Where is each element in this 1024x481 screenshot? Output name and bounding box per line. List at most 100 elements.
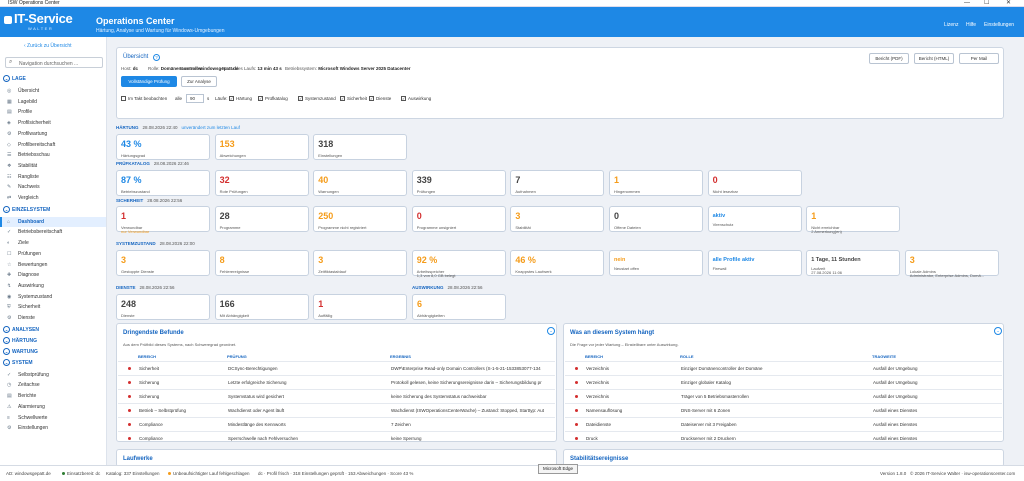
stat-tile[interactable]: 0 Programme unsigniert xyxy=(411,206,506,232)
chevron-down-icon[interactable]: ⌄ xyxy=(3,336,10,344)
sidebar-item-zeitachse[interactable]: ◷ Zeitachse xyxy=(0,380,106,390)
sidebar-item-stabilitat[interactable]: ❖ Stabilität xyxy=(0,161,106,171)
nav-license[interactable]: Lizenz xyxy=(944,22,958,28)
table-row[interactable]: Verzeichnis Einziger globaler Katalog Ausf… xyxy=(565,375,1002,388)
stat-tile[interactable]: 28 Programme xyxy=(214,206,309,232)
stat-tile[interactable]: 0 Offene Dateien xyxy=(609,206,703,232)
sidebar-item-bewertungen[interactable]: ☆ Bewertungen xyxy=(0,260,106,270)
minimize-button[interactable]: — xyxy=(964,0,970,7)
stat-tile[interactable]: 318 Einstellungen xyxy=(313,134,408,160)
stat-tile[interactable]: 6 Abhängigkeiten xyxy=(412,294,506,320)
section-analysen[interactable]: ⌄ ANALYSEN xyxy=(3,325,39,333)
help-icon[interactable]: ? xyxy=(153,54,160,61)
nav-help[interactable]: Hilfe xyxy=(966,22,976,28)
sidebar-item-profilsicherheit[interactable]: ◈ Profilsicherheit xyxy=(0,118,106,128)
checkbox-sicherheit[interactable]: ✓ Sicherheit xyxy=(340,96,367,102)
stat-tile[interactable]: 3 Stabilität xyxy=(510,206,605,232)
analysis-button[interactable]: Zur Analyse xyxy=(181,76,217,87)
stat-tile[interactable]: 166 Mit Abhängigkeit xyxy=(214,294,309,320)
sidebar-item-systemzustand[interactable]: ◉ Systemzustand xyxy=(0,292,106,302)
sidebar-item-ziele[interactable]: ◐ Ziele xyxy=(0,238,106,248)
sidebar-item-auswirkung[interactable]: ↯ Auswirkung xyxy=(0,281,106,291)
stat-tile[interactable]: 248 Dienste xyxy=(116,294,210,320)
checkbox-checked-icon[interactable]: ✓ xyxy=(401,96,406,102)
watch-checkbox[interactable]: Im Takt beobachten xyxy=(121,96,167,102)
stat-tile[interactable]: 92 % Arbeitsspeicher 1,3 von 8,0 GB belegt xyxy=(411,250,506,278)
checkbox-icon[interactable] xyxy=(121,96,126,102)
stat-tile[interactable]: aktiv Virenschutz xyxy=(707,206,802,232)
report-html-button[interactable]: Bericht (HTML) xyxy=(914,53,954,64)
sidebar-item-betriebsbereitschaft[interactable]: ✓ Betriebsbereitschaft xyxy=(0,227,106,237)
table-row[interactable]: Sicherung Letzte erfolgreiche Sicherung Pr… xyxy=(118,375,555,388)
sidebar-item-einstellungen[interactable]: ⚙ Einstellungen xyxy=(0,423,106,433)
stat-tile[interactable]: 0 Nicht lesezbar xyxy=(707,170,802,196)
table-row[interactable]: Compliance Mindestlänge des Kennworts 7 Ze… xyxy=(118,417,555,430)
sidebar-item-alarmierung[interactable]: ⚠ Alarmierung xyxy=(0,402,106,412)
sidebar-item-rangliste[interactable]: ☷ Rangliste xyxy=(0,172,106,182)
chevron-down-icon[interactable]: ⌄ xyxy=(3,347,10,355)
nav-settings[interactable]: Einstellungen xyxy=(984,22,1014,28)
table-row[interactable]: Druck Druckserver mit 2 Druckern Ausfall e… xyxy=(565,431,1002,444)
section-wartung[interactable]: ⌄ WARTUNG xyxy=(3,347,38,355)
table-row[interactable]: Sicherung Systemstatus wird gesichert kein… xyxy=(118,389,555,402)
sidebar-item-ubersicht[interactable]: ◎ Übersicht xyxy=(0,86,106,96)
table-row[interactable]: Namensauflösung DNS-Server mit 6 Zonen Aus… xyxy=(565,403,1002,416)
sidebar-item-betriebsschau[interactable]: ☰ Betriebsschau xyxy=(0,150,106,160)
sidebar-item-lagebild[interactable]: ▦ Lagebild xyxy=(0,97,106,107)
chevron-down-icon[interactable]: ⌄ xyxy=(3,205,10,213)
table-row[interactable]: Dateidienste Dateiserver mit 3 Freigaben A… xyxy=(565,417,1002,430)
stat-tile[interactable]: 153 Abweichungen xyxy=(214,134,309,160)
checkbox-systemzustand[interactable]: ✓ Systemzustand xyxy=(298,96,336,102)
table-row[interactable]: Compliance Sperrschwelle nach Fehlversuch… xyxy=(118,431,555,444)
stat-tile[interactable]: 40 Warnungen xyxy=(313,170,408,196)
chevron-down-icon[interactable]: ⌄ xyxy=(994,327,1002,335)
checkbox-checked-icon[interactable]: ✓ xyxy=(298,96,303,102)
checkbox-prufkatalog[interactable]: ✓ Prüfkatalog xyxy=(258,96,288,102)
stat-tile[interactable]: 1 Verwundbar nur Verwundbar xyxy=(116,206,210,234)
checkbox-checked-icon[interactable]: ✓ xyxy=(369,96,374,102)
sidebar-item-selbstprufung[interactable]: ✓ Selbstprüfung xyxy=(0,370,106,380)
sidebar-item-profilbereitschaft[interactable]: ◇ Profilbereitschaft xyxy=(0,140,106,150)
section-lage[interactable]: ⌄ LAGE xyxy=(3,75,26,82)
sidebar-item-schwellwerte[interactable]: ≡ Schwellwerte xyxy=(0,413,106,423)
sidebar-item-nachweis[interactable]: ✎ Nachweis xyxy=(0,182,106,192)
report-pdf-button[interactable]: Bericht (PDF) xyxy=(869,53,909,64)
stat-tile[interactable]: 1 Tage, 11 Stunden Laufzeit 27.08.2026 11:… xyxy=(806,250,901,276)
close-button[interactable]: ✕ xyxy=(1006,0,1011,7)
sidebar-item-dienste[interactable]: ⚙ Dienste xyxy=(0,313,106,323)
stat-tile[interactable]: 1 Auffällig xyxy=(313,294,408,320)
nav-search-input[interactable]: ⌕ Navigation durchsuchen ... xyxy=(5,57,103,68)
checkbox-auswirkung[interactable]: ✓ Auswirkung xyxy=(401,96,431,102)
chevron-down-icon[interactable]: ⌄ xyxy=(3,75,10,82)
full-check-button[interactable]: Vollständige Prüfung xyxy=(121,76,177,87)
stat-tile[interactable]: 3 Gestoppte Dienste xyxy=(116,250,210,276)
table-row[interactable]: Verzeichnis Einziger Domänencontroller de… xyxy=(565,361,1002,374)
sidebar-item-berichte[interactable]: ▤ Berichte xyxy=(0,391,106,401)
section-einzelsystem[interactable]: ⌄ EINZELSYSTEM xyxy=(3,205,50,213)
stat-tile[interactable]: 1 Hingenommen xyxy=(609,170,703,196)
stat-tile[interactable]: 8 Fehlerereignisse xyxy=(214,250,309,276)
chevron-down-icon[interactable]: ⌄ xyxy=(3,325,10,333)
stat-tile[interactable]: alle Profile aktiv Firewall xyxy=(707,250,802,276)
stat-tile[interactable]: 7 Aufnahmen xyxy=(510,170,605,196)
checkbox-checked-icon[interactable]: ✓ xyxy=(340,96,345,102)
checkbox-checked-icon[interactable]: ✓ xyxy=(258,96,263,102)
group-link[interactable]: unverändert zum letzten Lauf xyxy=(182,125,240,130)
stat-tile[interactable]: 87 % Betriebszustand xyxy=(116,170,210,196)
stat-tile[interactable]: nein Neustart offen xyxy=(609,250,703,276)
checkbox-checked-icon[interactable]: ✓ xyxy=(229,96,234,102)
sidebar-item-diagnose[interactable]: ✚ Diagnose xyxy=(0,270,106,280)
stat-tile[interactable]: 3 Lokale Admins Administrator, Enterprise … xyxy=(904,250,999,278)
section-hartung[interactable]: ⌄ HÄRTUNG xyxy=(3,336,37,344)
sidebar-item-profile[interactable]: ▤ Profile xyxy=(0,107,106,117)
stat-tile[interactable]: 46 % Knappstes Laufwerk xyxy=(510,250,605,276)
sidebar-item-profilwartung[interactable]: ⚙ Profilwartung xyxy=(0,129,106,139)
stat-tile[interactable]: 339 Prüfungen xyxy=(411,170,506,196)
sidebar-item-vergleich[interactable]: ⇄ Vergleich xyxy=(0,193,106,203)
stat-tile[interactable]: 1 Nicht erreichbar 2 Anmerkung(en) xyxy=(806,206,901,234)
stat-tile[interactable]: 250 Programme nicht registriert xyxy=(313,206,408,232)
section-system[interactable]: ⌄ SYSTEM xyxy=(3,358,33,366)
checkbox-dienste[interactable]: ✓ Dienste xyxy=(369,96,391,102)
interval-input[interactable]: 90 xyxy=(186,94,204,103)
table-row[interactable]: Sicherheit DCSync-Berechtigungen DWP\Enter… xyxy=(118,361,555,374)
